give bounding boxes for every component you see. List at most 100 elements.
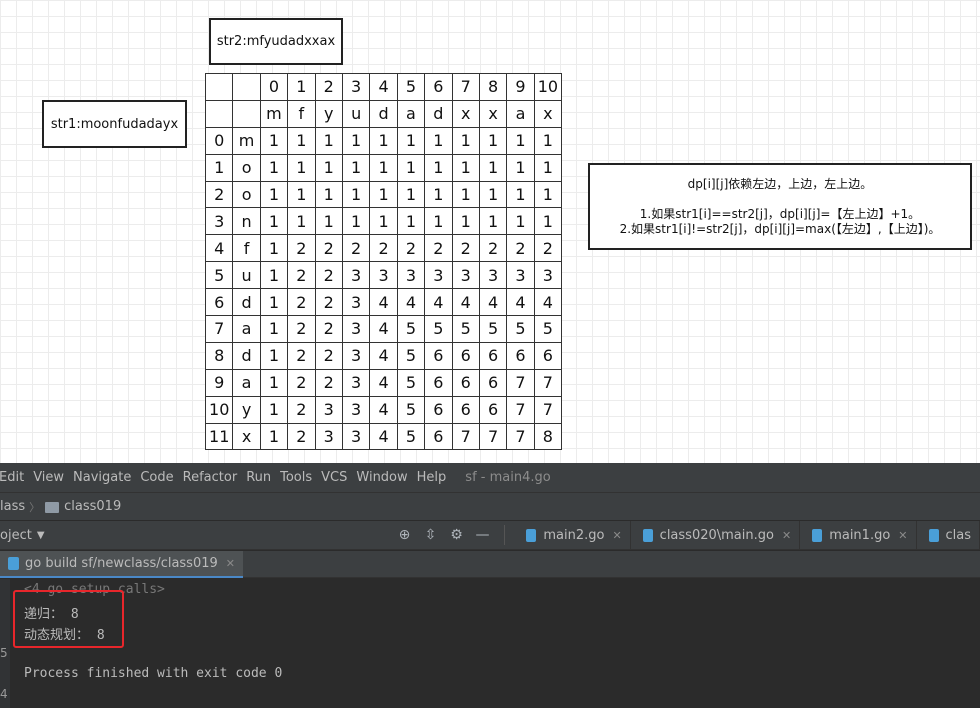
editor-tab[interactable]: main2.go ✕ — [514, 521, 631, 549]
editor-tab[interactable]: class020\main.go ✕ — [631, 521, 801, 549]
str1-label: str1:moonfudadayx — [50, 116, 179, 132]
dp-cell: 2 — [533, 234, 563, 263]
str2-label-box: str2:mfyudadxxax — [209, 18, 343, 65]
dp-cell: 6 — [478, 395, 508, 424]
dp-cell: 6 — [451, 341, 480, 370]
menu-tools[interactable]: Tools — [275, 470, 317, 485]
dp-cell: 7 — [451, 422, 480, 451]
col-index-cell: 1 — [287, 73, 316, 101]
gear-icon[interactable]: ⚙ — [444, 527, 470, 543]
close-icon[interactable]: ✕ — [898, 529, 907, 542]
col-char-row: mfyudadxxax — [204, 99, 563, 128]
dp-rule-note: dp[i][j]依赖左边，上边，左上边。 1.如果str1[i]==str2[j… — [588, 163, 972, 250]
folder-icon — [45, 502, 60, 513]
dp-cell: 1 — [369, 126, 398, 155]
menu-refactor[interactable]: Refactor — [178, 470, 243, 485]
dp-cell: 1 — [478, 126, 508, 155]
col-char-cell: x — [533, 99, 563, 128]
editor-tab[interactable]: clas — [917, 521, 980, 549]
close-icon[interactable]: ✕ — [612, 529, 621, 542]
col-index-row: 0 1 2 3 4 5 6 7 8 9 10 — [204, 73, 563, 101]
whiteboard: str2:mfyudadxxax str1:moonfudadayx dp[i]… — [0, 0, 980, 463]
dp-cell: 3 — [369, 261, 398, 290]
dp-cell: 1 — [314, 180, 343, 209]
divider — [503, 525, 505, 545]
row-index-cell: 1 — [204, 153, 234, 182]
dp-cell: 2 — [314, 288, 343, 317]
collapse-icon[interactable]: ⇳ — [418, 527, 444, 543]
close-icon[interactable]: ✕ — [226, 557, 235, 570]
row-index-cell: 5 — [204, 261, 234, 290]
red-highlight-box — [13, 590, 124, 648]
table-row: 0m11111111111 — [204, 126, 563, 155]
console-output[interactable]: <4 go setup calls> 递归： 8 动态规划： 8 Process… — [24, 579, 974, 708]
dp-cell: 3 — [341, 422, 371, 451]
target-icon[interactable]: ⊕ — [392, 527, 418, 543]
row-index-cell: 7 — [204, 315, 234, 343]
minimize-icon[interactable]: — — [470, 527, 496, 543]
col-char-cell: x — [451, 99, 480, 128]
dp-cell: 4 — [369, 315, 398, 343]
menu-help[interactable]: Help — [412, 470, 452, 485]
col-char-cell: u — [341, 99, 371, 128]
editor-tab-label: main1.go — [829, 527, 891, 543]
breadcrumb-separator-icon: 〉 — [29, 500, 41, 514]
col-index-cell: 3 — [341, 73, 371, 101]
dp-cell: 1 — [259, 368, 289, 397]
note-line-3: 2.如果str1[i]!=str2[j]，dp[i][j]=max(【左边】,【… — [619, 221, 941, 236]
dp-cell: 2 — [287, 368, 316, 397]
run-tab-bar: go build sf/newclass/class019 ✕ — [0, 550, 980, 578]
breadcrumb-current[interactable]: class019 — [64, 499, 121, 514]
row-char-cell: y — [232, 395, 261, 424]
menu-view[interactable]: View — [28, 470, 69, 485]
dp-cell: 3 — [396, 261, 426, 290]
row-char-cell: d — [232, 341, 261, 370]
menu-navigate[interactable]: Navigate — [68, 470, 136, 485]
dp-cell: 1 — [287, 207, 316, 236]
close-icon[interactable]: ✕ — [782, 529, 791, 542]
run-tab[interactable]: go build sf/newclass/class019 ✕ — [0, 550, 243, 578]
menu-window[interactable]: Window — [351, 470, 412, 485]
col-char-cell: d — [424, 99, 453, 128]
menu-run[interactable]: Run — [241, 470, 276, 485]
dp-cell: 2 — [506, 234, 535, 263]
menu-edit[interactable]: Edit — [0, 470, 29, 485]
note-line-2: 1.如果str1[i]==str2[j]，dp[i][j]=【左上边】+1。 — [639, 206, 921, 221]
dp-cell: 1 — [506, 126, 535, 155]
col-index-cell: 0 — [259, 73, 289, 101]
editor-tab[interactable]: main1.go ✕ — [800, 521, 917, 549]
dp-cell: 1 — [341, 207, 371, 236]
dp-cell: 3 — [341, 315, 371, 343]
dp-cell: 5 — [396, 395, 426, 424]
editor-tab-label: clas — [945, 527, 972, 543]
dp-cell: 5 — [424, 315, 453, 343]
menu-code[interactable]: Code — [135, 470, 178, 485]
dp-cell: 1 — [478, 153, 508, 182]
menu-vcs[interactable]: VCS — [316, 470, 352, 485]
row-char-cell: f — [232, 234, 261, 263]
dp-cell: 4 — [369, 288, 398, 317]
dp-cell: 1 — [369, 180, 398, 209]
dp-cell: 3 — [341, 395, 371, 424]
corner-cell — [204, 73, 234, 101]
dp-cell: 1 — [451, 153, 480, 182]
col-char-cell: x — [478, 99, 508, 128]
dp-cell: 1 — [506, 180, 535, 209]
row-char-cell: n — [232, 207, 261, 236]
run-tab-label: go build sf/newclass/class019 — [25, 555, 218, 571]
row-index-cell: 8 — [204, 341, 234, 370]
breadcrumb-parent[interactable]: lass — [0, 499, 25, 514]
dp-cell: 2 — [396, 234, 426, 263]
dp-cell: 7 — [506, 368, 535, 397]
row-index-cell: 0 — [204, 126, 234, 155]
dp-cell: 1 — [396, 153, 426, 182]
dp-cell: 6 — [478, 341, 508, 370]
dp-cell: 6 — [424, 395, 453, 424]
row-char-cell: a — [232, 368, 261, 397]
dp-cell: 7 — [506, 422, 535, 451]
dp-table: 0 1 2 3 4 5 6 7 8 9 10 m f y u d a d x x a x 0 m 1 1 1 1 1 1 1 1 1 1 1 1 o 1 1… — [204, 73, 563, 451]
dp-cell: 1 — [424, 207, 453, 236]
project-view-selector[interactable]: oject ▼ — [0, 528, 392, 543]
dp-cell: 3 — [424, 261, 453, 290]
dp-cell: 2 — [314, 341, 343, 370]
